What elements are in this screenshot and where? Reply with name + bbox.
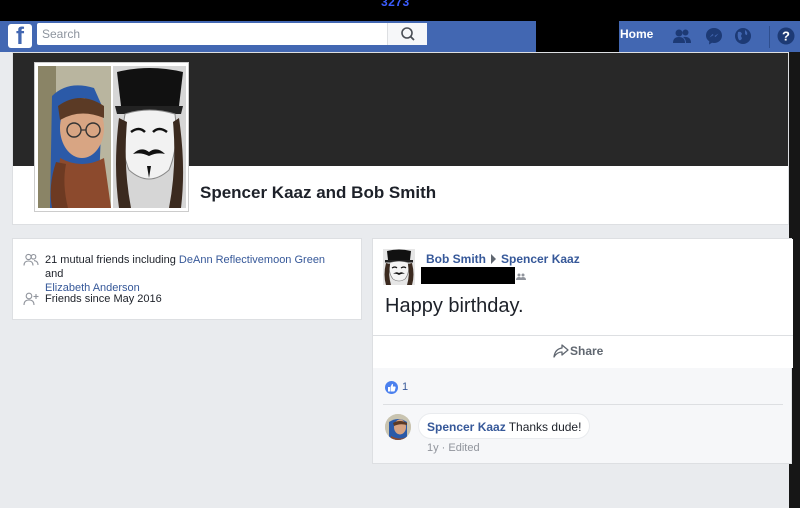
friendship-intro: 21 mutual friends including DeAnn Reflec… (12, 238, 362, 320)
comment-author-link[interactable]: Spencer Kaaz (427, 420, 506, 434)
search-placeholder: Search (42, 27, 81, 41)
post-card: Bob Smith Spencer Kaaz Happy birthday. Sh… (372, 238, 793, 464)
post-target-link[interactable]: Spencer Kaaz (501, 252, 580, 266)
share-icon (553, 344, 569, 358)
mutual-friend-link-1[interactable]: DeAnn Reflectivemoon Green (179, 254, 325, 266)
comment-timestamp[interactable]: 1y (427, 442, 439, 454)
like-reaction-icon (385, 381, 398, 394)
nav-divider (769, 26, 770, 48)
navbar: f Search Home ? (0, 21, 800, 52)
profile-photo-2[interactable] (113, 66, 186, 208)
profile-pictures[interactable] (34, 62, 189, 212)
audience-friends-icon[interactable] (516, 273, 526, 280)
friendship-header: Spencer Kaaz and Bob Smith (12, 52, 789, 225)
comment-meta: 1y · Edited (427, 442, 480, 454)
comment-text: Thanks dude! (508, 420, 582, 434)
post-body: Bob Smith Spencer Kaaz Happy birthday. Sh… (373, 239, 793, 368)
comment-bubble: Spencer Kaaz Thanks dude! (418, 413, 591, 439)
friends-icon[interactable] (672, 26, 692, 46)
help-icon[interactable]: ? (776, 26, 796, 46)
facebook-logo-icon[interactable]: f (8, 23, 32, 50)
top-counter: 3273 (381, 0, 410, 9)
mutual-friends-prefix: 21 mutual friends including (45, 254, 179, 266)
share-button[interactable]: Share (570, 344, 603, 358)
search-button[interactable] (387, 23, 427, 45)
profile-photo-1[interactable] (38, 66, 111, 208)
post-text: Happy birthday. (385, 295, 524, 317)
like-count[interactable]: 1 (402, 381, 408, 393)
search-icon (401, 27, 415, 41)
arrow-right-icon (491, 254, 496, 264)
globe-icon[interactable] (733, 26, 753, 46)
comment-edited-link[interactable]: Edited (448, 442, 479, 454)
svg-text:?: ? (782, 29, 790, 44)
comments-divider (383, 404, 783, 405)
home-link[interactable]: Home (620, 27, 653, 41)
friends-since-text: Friends since May 2016 (45, 293, 162, 305)
search-input[interactable]: Search (37, 23, 427, 45)
mutual-friends-and: and (45, 268, 64, 280)
redacted-profile-area (536, 21, 619, 52)
messenger-icon[interactable] (704, 26, 724, 46)
add-friend-icon (23, 292, 39, 306)
redacted-timestamp (421, 267, 515, 284)
comment-author-avatar[interactable] (385, 414, 411, 440)
comment-meta-separator: · (438, 442, 449, 454)
mutual-friends-icon (23, 253, 39, 266)
top-strip: 3273 (0, 0, 800, 21)
post-author-link[interactable]: Bob Smith (426, 252, 486, 266)
page-title: Spencer Kaaz and Bob Smith (200, 183, 437, 202)
post-actions: Share (373, 335, 793, 368)
post-author-line: Bob Smith Spencer Kaaz (426, 252, 580, 266)
post-author-avatar[interactable] (383, 249, 415, 285)
